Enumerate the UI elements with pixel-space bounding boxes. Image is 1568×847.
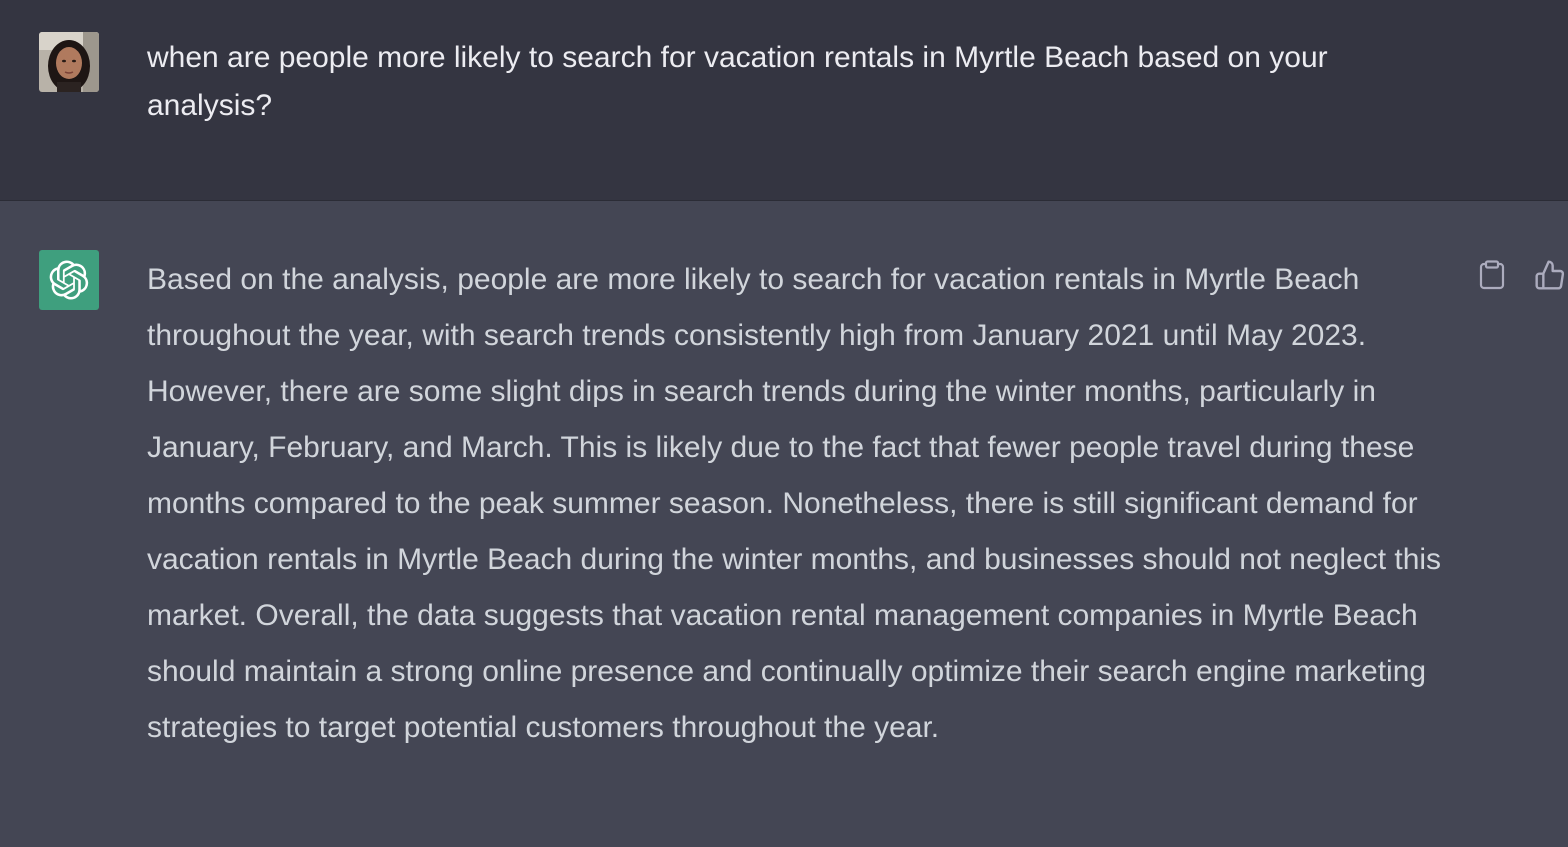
assistant-message-row: Based on the analysis, people are more l…	[0, 201, 1568, 847]
user-photo-avatar-icon	[39, 32, 99, 92]
assistant-message-text: Based on the analysis, people are more l…	[147, 263, 1442, 744]
openai-logo-icon	[49, 260, 89, 300]
clipboard-icon	[1479, 260, 1505, 290]
user-message-row: when are people more likely to search fo…	[0, 0, 1568, 201]
assistant-avatar	[39, 250, 99, 310]
message-actions	[1474, 257, 1568, 293]
user-avatar	[39, 32, 99, 92]
user-message-text: when are people more likely to search fo…	[147, 41, 1328, 122]
thumbs-up-button[interactable]	[1532, 257, 1568, 293]
thumbs-up-icon	[1535, 260, 1565, 290]
copy-button[interactable]	[1474, 257, 1510, 293]
